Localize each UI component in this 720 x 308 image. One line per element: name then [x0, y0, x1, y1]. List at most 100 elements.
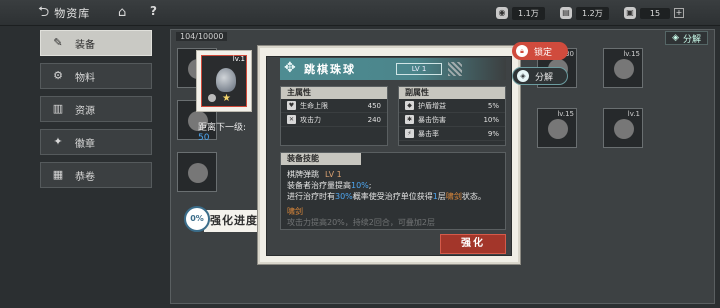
page-title: 物资库 — [54, 7, 91, 20]
resource-gift: ▣ 15 + — [624, 5, 684, 21]
help-icon[interactable]: ? — [150, 4, 157, 18]
sidebar-item-equipment[interactable]: ✎ 装备 — [40, 30, 152, 56]
skill-title: 棋牌弹跳 LV 1 — [281, 169, 505, 180]
lock-button[interactable]: 🔒︎ 锁定 — [512, 42, 568, 60]
enhance-button[interactable]: 强化 — [440, 234, 506, 254]
inventory-slot[interactable] — [177, 152, 217, 192]
skill-text: 概率使受治疗单位获得 — [352, 192, 433, 201]
attribute-row: ✕ 攻击力 240 — [281, 113, 387, 127]
sidebar-item-scroll[interactable]: ▦ 恭卷 — [40, 162, 152, 188]
sidebar-item-label: 装备 — [75, 39, 95, 51]
decompose-icon: ◈ — [672, 33, 679, 43]
attribute-row: ♥ 生命上限 450 — [281, 99, 387, 113]
item-level-badge: LV 1 — [396, 63, 442, 75]
skill-text: 状态。 — [461, 192, 486, 201]
lock-icon: 🔒︎ — [516, 45, 528, 57]
sidebar-item-resource[interactable]: ▥ 资源 — [40, 96, 152, 122]
item-icon — [614, 59, 634, 79]
crit-rate-icon: ⚡ — [405, 129, 414, 138]
shield-icon: ◆ — [405, 101, 414, 110]
skill-desc-line-1: 装备者治疗量提高10%; — [281, 180, 505, 191]
scroll-icon: ▦ — [52, 168, 64, 181]
enhance-progress: 强化进度 0% — [184, 204, 264, 234]
resource-coin: ◉ 1.1万 — [496, 5, 545, 21]
sidebar-item-label: 资源 — [75, 105, 95, 117]
skill-text: 装备者治疗量提高 — [287, 181, 351, 190]
slot-level: lv.15 — [623, 50, 640, 58]
inventory-decompose-label: 分解 — [682, 34, 701, 45]
sidebar-item-label: 恭卷 — [75, 171, 95, 183]
slot-level: lv.15 — [557, 110, 574, 118]
attribute-value: 10% — [483, 115, 499, 124]
item-title-bar: ✥ 跳棋珠球 LV 1 — [280, 58, 506, 80]
item-detail-popup: ✥ 跳棋珠球 LV 1 主属性 ♥ 生命上限 450 ✕ 攻击力 240 副属性… — [258, 46, 520, 264]
slot-level: lv.1 — [627, 110, 640, 118]
inventory-decompose-button[interactable]: ◈ 分解 — [665, 31, 708, 45]
decompose-button[interactable]: ◈ 分解 — [512, 67, 568, 85]
distance-value: 50 — [198, 133, 210, 143]
inventory-slot[interactable]: lv.15 — [537, 108, 577, 148]
resource-voucher-value: 1.2万 — [576, 6, 609, 20]
crit-damage-icon: ✱ — [405, 115, 414, 124]
hatch-decoration — [448, 62, 462, 76]
skill-text: 层 — [437, 192, 446, 201]
material-icon: ⚙ — [53, 69, 63, 82]
skill-level: LV 1 — [325, 170, 342, 179]
distance-label: 距离下一级: — [198, 123, 247, 133]
attribute-value: 450 — [367, 101, 381, 110]
voucher-icon: ▤ — [560, 7, 572, 19]
attribute-row: ✱ 暴击伤害 10% — [399, 113, 505, 127]
item-icon — [188, 163, 208, 183]
equipment-skill-box: 装备技能 棋牌弹跳 LV 1 装备者治疗量提高10%; 进行治疗时有30%概率使受… — [280, 152, 506, 230]
skill-text: 进行治疗时有 — [287, 192, 335, 201]
knot-icon: ✥ — [284, 60, 296, 76]
checker-ball-icon — [216, 68, 236, 92]
sub-attribute-header: 副属性 — [399, 87, 505, 99]
attribute-value: 240 — [367, 115, 381, 124]
category-sidebar: ✎ 装备 ⚙ 物料 ▥ 资源 ✦ 徽章 ▦ 恭卷 — [40, 30, 152, 195]
equipment-icon: ✎ — [53, 36, 63, 49]
crossed-swords-icon: ✕ — [287, 115, 296, 124]
main-attribute-header: 主属性 — [281, 87, 387, 99]
attribute-row: ◆ 护盾增益 5% — [399, 99, 505, 113]
back-button[interactable]: ⮌ 物资库 — [38, 4, 90, 22]
decompose-label: 分解 — [535, 72, 554, 83]
add-gift-button[interactable]: + — [674, 8, 684, 18]
skill-header: 装备技能 — [281, 153, 361, 165]
item-icon — [548, 119, 568, 139]
skill-text: ; — [368, 181, 372, 190]
element-icon — [208, 94, 216, 102]
inventory-slot[interactable]: lv.1 — [603, 108, 643, 148]
skill-status-name: 啸剑 — [445, 192, 462, 201]
item-name: 跳棋珠球 — [304, 63, 356, 76]
resource-icon: ▥ — [52, 102, 64, 115]
attribute-name: 暴击伤害 — [418, 115, 446, 124]
badge-icon: ✦ — [53, 135, 63, 148]
item-icon — [614, 119, 634, 139]
back-arrow-icon: ⮌ — [38, 4, 51, 20]
inventory-count: 104/10000 — [176, 32, 228, 41]
sidebar-item-label: 物料 — [75, 72, 95, 84]
inventory-slot[interactable]: lv.15 — [603, 48, 643, 88]
skill-highlight: 30% — [335, 192, 353, 201]
sidebar-item-material[interactable]: ⚙ 物料 — [40, 63, 152, 89]
star-icon: ★ — [222, 93, 231, 104]
attribute-name: 攻击力 — [300, 115, 321, 124]
next-level-distance: 距离下一级: 50 — [198, 120, 262, 148]
resource-voucher: ▤ 1.2万 — [560, 5, 609, 21]
gift-icon: ▣ — [624, 7, 636, 19]
attribute-value: 5% — [487, 101, 499, 110]
heart-icon: ♥ — [287, 101, 296, 110]
selected-item-card[interactable]: ★ lv.1 — [196, 50, 252, 112]
resource-coin-value: 1.1万 — [512, 6, 545, 20]
decompose-icon: ◈ — [517, 70, 529, 82]
skill-desc-line-2: 进行治疗时有30%概率使受治疗单位获得1层啸剑状态。 — [281, 191, 505, 202]
attribute-name: 护盾增益 — [418, 101, 446, 110]
attribute-row: ⚡ 暴击率 9% — [399, 127, 505, 141]
skill-name: 棋牌弹跳 — [287, 170, 319, 179]
item-level: lv.1 — [232, 55, 245, 63]
home-icon[interactable]: ⌂ — [118, 5, 126, 20]
sidebar-item-badge[interactable]: ✦ 徽章 — [40, 129, 152, 155]
coin-icon: ◉ — [496, 7, 508, 19]
resource-gift-value: 15 — [640, 7, 670, 19]
